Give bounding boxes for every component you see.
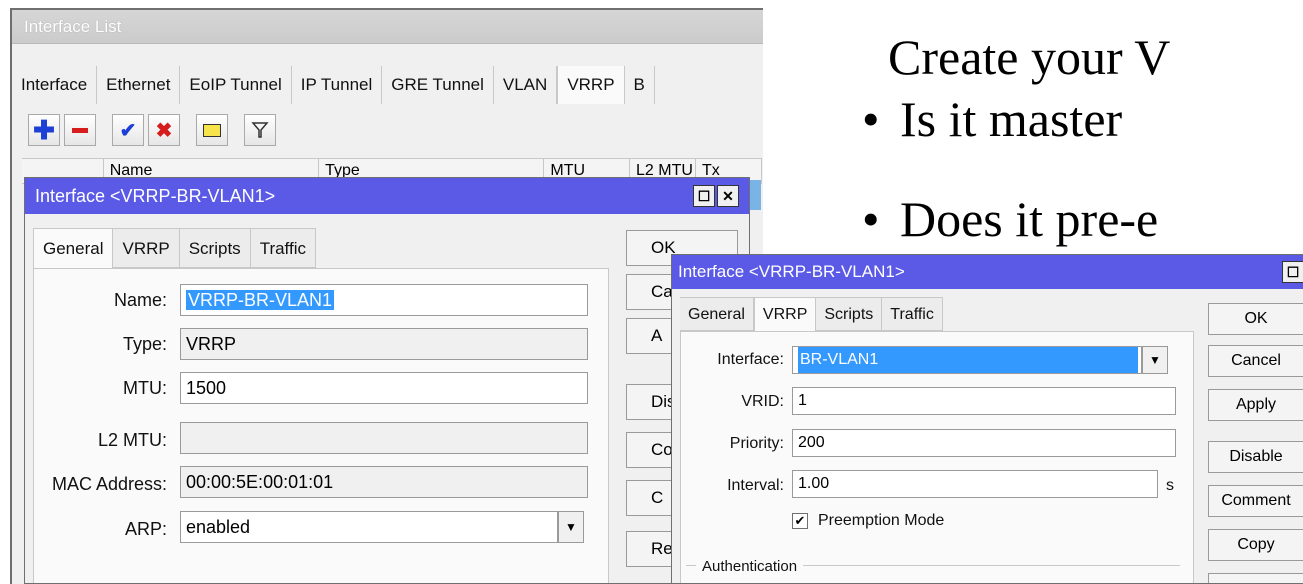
dialog-vrrp-title: Interface <VRRP-BR-VLAN1> <box>672 255 1303 289</box>
copy-button[interactable]: Copy <box>1208 529 1303 561</box>
add-button[interactable]: ✚ <box>28 114 60 146</box>
dialog-vrrp-tabs: General VRRP Scripts Traffic <box>680 297 943 331</box>
tab-vrrp[interactable]: VRRP <box>557 66 625 104</box>
enable-button[interactable]: ✔ <box>112 114 144 146</box>
tab-scripts[interactable]: Scripts <box>816 297 883 331</box>
cancel-button[interactable]: Cancel <box>1208 345 1303 377</box>
filter-icon <box>251 122 269 138</box>
disable-button[interactable]: ✖ <box>148 114 180 146</box>
tab-general[interactable]: General <box>33 228 114 268</box>
filter-button[interactable] <box>244 114 276 146</box>
mtu-field[interactable]: 1500 <box>180 372 588 404</box>
slide-bullet-2: • Does it pre-e <box>862 191 1159 247</box>
tab-bonding[interactable]: B <box>625 66 655 104</box>
tab-scripts[interactable]: Scripts <box>179 228 251 268</box>
name-label: Name: <box>113 290 167 310</box>
tab-ip-tunnel[interactable]: IP Tunnel <box>292 66 383 104</box>
tab-interface[interactable]: Interface <box>12 66 98 104</box>
mtu-label: MTU: <box>123 378 167 398</box>
arp-dropdown-button[interactable]: ▼ <box>558 511 584 543</box>
interface-dialog-general: Interface <VRRP-BR-VLAN1> ☐ ✕ General VR… <box>24 177 750 584</box>
cross-icon: ✖ <box>155 119 173 142</box>
tab-vrrp[interactable]: VRRP <box>113 228 180 268</box>
tab-gre-tunnel[interactable]: GRE Tunnel <box>382 66 494 104</box>
l2mtu-field <box>180 422 588 454</box>
mac-address-label: MAC Address: <box>51 474 167 494</box>
priority-label: Priority: <box>729 435 784 452</box>
slide-title: Create your V <box>888 29 1171 85</box>
check-icon: ✔ <box>794 513 806 528</box>
comment-button[interactable] <box>196 114 228 146</box>
interval-label: Interval: <box>727 477 784 494</box>
interval-unit: s <box>1166 477 1174 494</box>
interface-dropdown-button[interactable]: ▼ <box>1142 346 1168 374</box>
dialog-general-tabs: General VRRP Scripts Traffic <box>33 228 316 268</box>
comment-icon <box>203 123 221 137</box>
vrid-field[interactable]: 1 <box>792 387 1176 415</box>
vrid-label: VRID: <box>741 393 784 410</box>
remove-icon <box>72 127 88 133</box>
dropdown-arrow-icon: ▼ <box>565 520 577 534</box>
tab-eoip-tunnel[interactable]: EoIP Tunnel <box>180 66 292 104</box>
maximize-button[interactable]: ☐ <box>1282 261 1303 283</box>
close-button[interactable]: ✕ <box>717 185 739 207</box>
tab-vlan[interactable]: VLAN <box>494 66 558 104</box>
maximize-button[interactable]: ☐ <box>693 185 715 207</box>
interface-dialog-vrrp: Interface <VRRP-BR-VLAN1> ☐ General VRRP… <box>671 254 1303 584</box>
remove-button[interactable] <box>1208 573 1303 583</box>
type-field: VRRP <box>180 328 588 360</box>
tab-traffic[interactable]: Traffic <box>882 297 943 331</box>
check-icon: ✔ <box>119 119 137 142</box>
comment-button[interactable]: Comment <box>1208 485 1303 517</box>
tab-ethernet[interactable]: Ethernet <box>97 66 181 104</box>
add-icon: ✚ <box>33 115 55 145</box>
l2mtu-label: L2 MTU: <box>97 430 167 450</box>
interface-list-tabs: Interface Ethernet EoIP Tunnel IP Tunnel… <box>12 66 655 104</box>
close-icon: ✕ <box>722 188 734 204</box>
ok-button[interactable]: OK <box>1208 303 1303 335</box>
apply-button[interactable]: Apply <box>1208 389 1303 421</box>
preemption-checkbox[interactable]: ✔ <box>792 513 808 529</box>
interface-list-toolbar: ✚ ✔ ✖ <box>28 114 276 150</box>
tab-general[interactable]: General <box>680 297 754 331</box>
arp-select[interactable]: enabled <box>180 511 558 543</box>
remove-button[interactable] <box>64 114 96 146</box>
slide-bullet-1: • Is it master <box>862 91 1123 147</box>
mac-address-field: 00:00:5E:00:01:01 <box>180 466 588 498</box>
interface-list-title: Interface List <box>12 10 763 44</box>
dropdown-arrow-icon: ▼ <box>1149 353 1161 367</box>
tab-traffic[interactable]: Traffic <box>250 228 316 268</box>
disable-button[interactable]: Disable <box>1208 441 1303 473</box>
priority-field[interactable]: 200 <box>792 429 1176 457</box>
tab-vrrp[interactable]: VRRP <box>753 297 817 331</box>
maximize-icon: ☐ <box>1286 264 1300 280</box>
maximize-icon: ☐ <box>697 188 711 204</box>
authentication-label: Authentication <box>696 558 804 575</box>
preemption-label: Preemption Mode <box>818 512 945 529</box>
dialog-general-title: Interface <VRRP-BR-VLAN1> <box>25 178 749 214</box>
arp-label: ARP: <box>124 519 167 539</box>
interface-select[interactable]: BR-VLAN1 <box>792 346 1142 374</box>
name-field[interactable]: VRRP-BR-VLAN1 <box>180 284 588 316</box>
interface-label: Interface: <box>717 351 784 368</box>
interval-field[interactable]: 1.00 <box>792 470 1158 498</box>
type-label: Type: <box>122 334 167 354</box>
